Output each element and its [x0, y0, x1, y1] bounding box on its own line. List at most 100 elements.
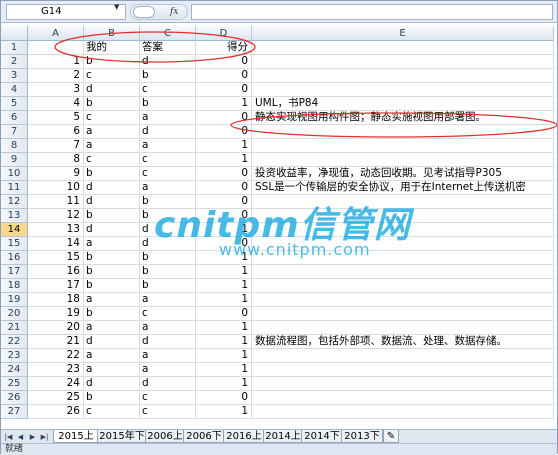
cell-e[interactable]: [252, 153, 554, 167]
cell-b[interactable]: b: [84, 307, 140, 321]
cell-a[interactable]: 21: [28, 335, 84, 349]
cell-d[interactable]: 0: [196, 167, 252, 181]
cell-d[interactable]: 1: [196, 139, 252, 153]
row-header[interactable]: 27: [1, 405, 28, 419]
cell-e[interactable]: [252, 83, 554, 97]
cell-b[interactable]: d: [84, 335, 140, 349]
cell-a[interactable]: 4: [28, 97, 84, 111]
cell-a[interactable]: 1: [28, 55, 84, 69]
cell-d[interactable]: 0: [196, 307, 252, 321]
cell-e[interactable]: [252, 195, 554, 209]
sheet-tab[interactable]: 2006上: [145, 430, 185, 443]
cell-e[interactable]: [252, 307, 554, 321]
cell-e[interactable]: [252, 405, 554, 419]
row-header[interactable]: 8: [1, 139, 28, 153]
cell-e[interactable]: [252, 69, 554, 83]
cell-a[interactable]: 6: [28, 125, 84, 139]
cell-a[interactable]: 5: [28, 111, 84, 125]
column-header-b[interactable]: B: [84, 26, 140, 41]
sheet-tab[interactable]: 2014下: [301, 430, 343, 443]
cell-a[interactable]: 24: [28, 377, 84, 391]
row-header[interactable]: 22: [1, 335, 28, 349]
cell-a[interactable]: [28, 41, 84, 55]
chevron-down-icon[interactable]: ▼: [114, 3, 119, 11]
cell-d[interactable]: 1: [196, 97, 252, 111]
row-header[interactable]: 11: [1, 181, 28, 195]
row-header[interactable]: 25: [1, 377, 28, 391]
cell-b[interactable]: b: [84, 167, 140, 181]
cell-e[interactable]: [252, 55, 554, 69]
cell-b[interactable]: a: [84, 139, 140, 153]
column-header-e[interactable]: E: [252, 26, 554, 41]
cell-d[interactable]: 1: [196, 265, 252, 279]
row-header[interactable]: 20: [1, 307, 28, 321]
cell-c[interactable]: b: [140, 265, 196, 279]
row-header[interactable]: 14: [1, 223, 28, 237]
cell-c[interactable]: b: [140, 195, 196, 209]
cell-e[interactable]: [252, 391, 554, 405]
row-header[interactable]: 10: [1, 167, 28, 181]
cell-d[interactable]: 1: [196, 251, 252, 265]
cell-d[interactable]: 0: [196, 83, 252, 97]
cell-b[interactable]: a: [84, 237, 140, 251]
cell-a[interactable]: 23: [28, 363, 84, 377]
row-header[interactable]: 19: [1, 293, 28, 307]
cell-a[interactable]: 9: [28, 167, 84, 181]
row-header[interactable]: 17: [1, 265, 28, 279]
cell-c[interactable]: b: [140, 69, 196, 83]
cell-c[interactable]: c: [140, 83, 196, 97]
cell-c[interactable]: c: [140, 391, 196, 405]
cell-e[interactable]: [252, 223, 554, 237]
cell-c[interactable]: a: [140, 349, 196, 363]
cell-b[interactable]: d: [84, 195, 140, 209]
cell-e[interactable]: 数据流程图，包括外部项、数据流、处理、数据存储。: [252, 335, 554, 349]
cell-e[interactable]: [252, 363, 554, 377]
row-header[interactable]: 5: [1, 97, 28, 111]
cell-b[interactable]: a: [84, 293, 140, 307]
cell-e[interactable]: [252, 209, 554, 223]
cell-c[interactable]: d: [140, 223, 196, 237]
select-all-corner[interactable]: [1, 26, 28, 41]
row-header[interactable]: 21: [1, 321, 28, 335]
cell-c[interactable]: a: [140, 293, 196, 307]
sheet-tab[interactable]: 2006下: [183, 430, 225, 443]
cell-c[interactable]: a: [140, 363, 196, 377]
sheet-tab[interactable]: 2015年下: [97, 430, 147, 443]
cell-a[interactable]: 26: [28, 405, 84, 419]
cell-b[interactable]: d: [84, 223, 140, 237]
cell-e[interactable]: [252, 321, 554, 335]
row-header[interactable]: 26: [1, 391, 28, 405]
cell-d[interactable]: 0: [196, 237, 252, 251]
cell-c[interactable]: b: [140, 209, 196, 223]
cell-e[interactable]: [252, 139, 554, 153]
row-header[interactable]: 1: [1, 41, 28, 55]
cell-d[interactable]: 1: [196, 405, 252, 419]
row-header[interactable]: 4: [1, 83, 28, 97]
cell-c[interactable]: b: [140, 251, 196, 265]
cell-c[interactable]: c: [140, 405, 196, 419]
cell-e[interactable]: UML，书P84: [252, 97, 554, 111]
cell-d[interactable]: 1: [196, 293, 252, 307]
row-header[interactable]: 6: [1, 111, 28, 125]
row-header[interactable]: 15: [1, 237, 28, 251]
column-header-c[interactable]: C: [140, 26, 196, 41]
sheet-tab[interactable]: 2014上: [263, 430, 303, 443]
row-header[interactable]: 2: [1, 55, 28, 69]
cell-c[interactable]: c: [140, 307, 196, 321]
cell-c[interactable]: d: [140, 335, 196, 349]
row-header[interactable]: 7: [1, 125, 28, 139]
insert-function-icon[interactable]: fx: [170, 5, 178, 19]
cell-c[interactable]: a: [140, 321, 196, 335]
row-header[interactable]: 16: [1, 251, 28, 265]
cell-d[interactable]: 0: [196, 209, 252, 223]
cell-a[interactable]: 20: [28, 321, 84, 335]
column-header-d[interactable]: D: [196, 26, 252, 41]
cell-c[interactable]: c: [140, 167, 196, 181]
next-sheet-icon[interactable]: ▶: [27, 431, 38, 443]
cell-d[interactable]: 1: [196, 321, 252, 335]
row-header[interactable]: 18: [1, 279, 28, 293]
sheet-tab[interactable]: 2015上: [53, 430, 99, 443]
cell-b[interactable]: b: [84, 251, 140, 265]
cell-c[interactable]: d: [140, 125, 196, 139]
cell-a[interactable]: 10: [28, 181, 84, 195]
